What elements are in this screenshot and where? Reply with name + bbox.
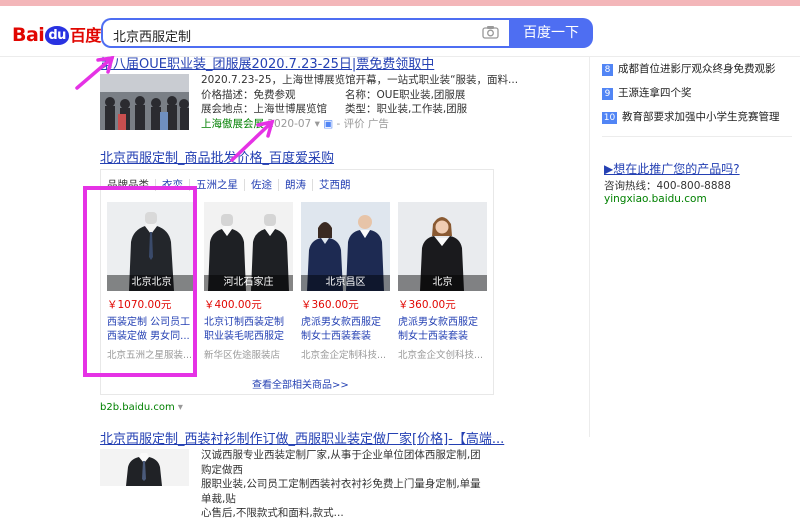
- result3-desc: 汉诚西服专业西装定制厂家,从事于企业单位团体西服定制,团购定做西 服职业装,公司…: [201, 448, 491, 521]
- ad-phone: 咨询热线：400-800-8888: [604, 180, 731, 192]
- result3-image[interactable]: [100, 449, 189, 486]
- camera-icon[interactable]: [482, 25, 499, 39]
- tab-5[interactable]: 艾西朗: [312, 179, 357, 191]
- result1-date: 2020-07: [267, 117, 312, 130]
- hot-item[interactable]: 10 教育部要求加强中小学生竞赛管理: [602, 109, 780, 124]
- logo-bai: Bai: [12, 24, 45, 46]
- product-image[interactable]: 河北石家庄: [204, 202, 293, 291]
- product-caption: 北京昌区: [301, 275, 390, 291]
- product-price: ￥400.00元: [204, 299, 262, 311]
- chevron-down-icon[interactable]: ▾: [315, 118, 320, 130]
- product-price: ￥360.00元: [398, 299, 456, 311]
- product-desc[interactable]: 虎派男女款西服定制女士西装套装批...: [301, 316, 390, 344]
- result3-line2: 服职业装,公司员工定制西装衬衣衬衫免费上门量身定制,单量单裁,贴: [201, 478, 481, 505]
- result1-source[interactable]: 上海傲展会展: [201, 118, 264, 130]
- result2-title[interactable]: 北京西服定制_商品批发价格_百度爱采购: [100, 147, 334, 166]
- result1-venue: 展会地点：上海世博展览馆: [201, 103, 327, 115]
- product-shop[interactable]: 北京金企文创科技...: [398, 347, 487, 361]
- highlight-box: [83, 186, 197, 377]
- product-shop[interactable]: 北京金企定制科技...: [301, 347, 390, 361]
- result1-type: 类型：职业装,工作装,团服: [345, 103, 468, 115]
- sidebar-divider: [589, 57, 590, 437]
- product-desc[interactable]: 北京订制西装定制职业装毛呢西服定做: [204, 316, 293, 344]
- search-header: Bai du 百度 北京西服定制 百度一下: [0, 6, 800, 57]
- product-image[interactable]: 北京: [398, 202, 487, 291]
- product-image[interactable]: 北京昌区: [301, 202, 390, 291]
- hot-text[interactable]: 教育部要求加强中小学生竞赛管理: [622, 111, 780, 123]
- tab-2[interactable]: 五洲之星: [189, 179, 244, 191]
- chevron-down-icon[interactable]: ▾: [178, 402, 183, 413]
- result1-tail[interactable]: - 评价 广告: [336, 118, 388, 130]
- result1-title[interactable]: 第八届OUE职业装_团服展2020.7.23-25日|票免费领取中: [100, 53, 434, 72]
- ad-promo-link[interactable]: ▶想在此推广您的产品吗?: [604, 160, 740, 177]
- tab-4[interactable]: 朗涛: [278, 179, 312, 191]
- result3-title[interactable]: 北京西服定制_西装衬衫制作订做_西服职业装定做厂家[价格]-【高端...: [100, 428, 504, 447]
- product-card[interactable]: 北京 ￥360.00元 虎派男女款西服定制女士西装套装批... 北京金企文创科技…: [398, 202, 487, 361]
- baidu-logo[interactable]: Bai du 百度: [12, 22, 101, 46]
- search-button[interactable]: 百度一下: [509, 18, 593, 48]
- hot-text[interactable]: 成都首位进影厅观众终身免费观影: [618, 63, 776, 75]
- result1-line1: 2020.7.23-25，上海世博展览馆开幕，一站式职业装“服装，面料...: [201, 74, 519, 86]
- shield-icon[interactable]: ▣: [323, 118, 333, 130]
- product-desc[interactable]: 虎派男女款西服定制女士西装套装批...: [398, 316, 487, 344]
- result3-line3: 心售后,不限款式和面料,款式...: [201, 507, 344, 519]
- product-price: ￥360.00元: [301, 299, 359, 311]
- result2-source[interactable]: b2b.baidu.com ▾: [100, 402, 183, 413]
- search-box[interactable]: 北京西服定制: [101, 18, 509, 48]
- product-caption: 北京: [398, 275, 487, 291]
- result1-info: 2020.7.23-25，上海世博展览馆开幕，一站式职业装“服装，面料... 价…: [201, 73, 519, 131]
- view-all-products-link[interactable]: 查看全部相关商品>>: [252, 376, 349, 391]
- result1-price: 价格描述：免费参观: [201, 88, 296, 101]
- ad-url[interactable]: yingxiao.baidu.com: [604, 193, 707, 205]
- product-shop[interactable]: 新华区佐途服装店: [204, 347, 293, 361]
- result1-image[interactable]: [100, 74, 189, 130]
- tab-3[interactable]: 佐途: [244, 179, 278, 191]
- product-card[interactable]: 北京昌区 ￥360.00元 虎派男女款西服定制女士西装套装批... 北京金企定制…: [301, 202, 390, 361]
- hot-item[interactable]: 8 成都首位进影厅观众终身免费观影: [602, 61, 776, 76]
- result1-name: 名称：OUE职业装,团服展: [345, 88, 466, 101]
- hot-item[interactable]: 9 王源连拿四个奖: [602, 85, 692, 100]
- logo-cn: 百度: [69, 26, 102, 45]
- hot-rank: 9: [602, 88, 613, 100]
- hot-rank: 10: [602, 112, 617, 124]
- search-input[interactable]: 北京西服定制: [113, 26, 191, 45]
- sidebar-separator: [602, 136, 792, 137]
- result3-line1: 汉诚西服专业西装定制厂家,从事于企业单位团体西服定制,团购定做西: [201, 449, 481, 476]
- product-caption: 河北石家庄: [204, 275, 293, 291]
- logo-du: du: [45, 26, 69, 45]
- hot-rank: 8: [602, 64, 613, 76]
- hot-text[interactable]: 王源连拿四个奖: [618, 87, 692, 99]
- product-card[interactable]: 河北石家庄 ￥400.00元 北京订制西装定制职业装毛呢西服定做 新华区佐途服装…: [204, 202, 293, 361]
- result2-source-text: b2b.baidu.com: [100, 402, 175, 413]
